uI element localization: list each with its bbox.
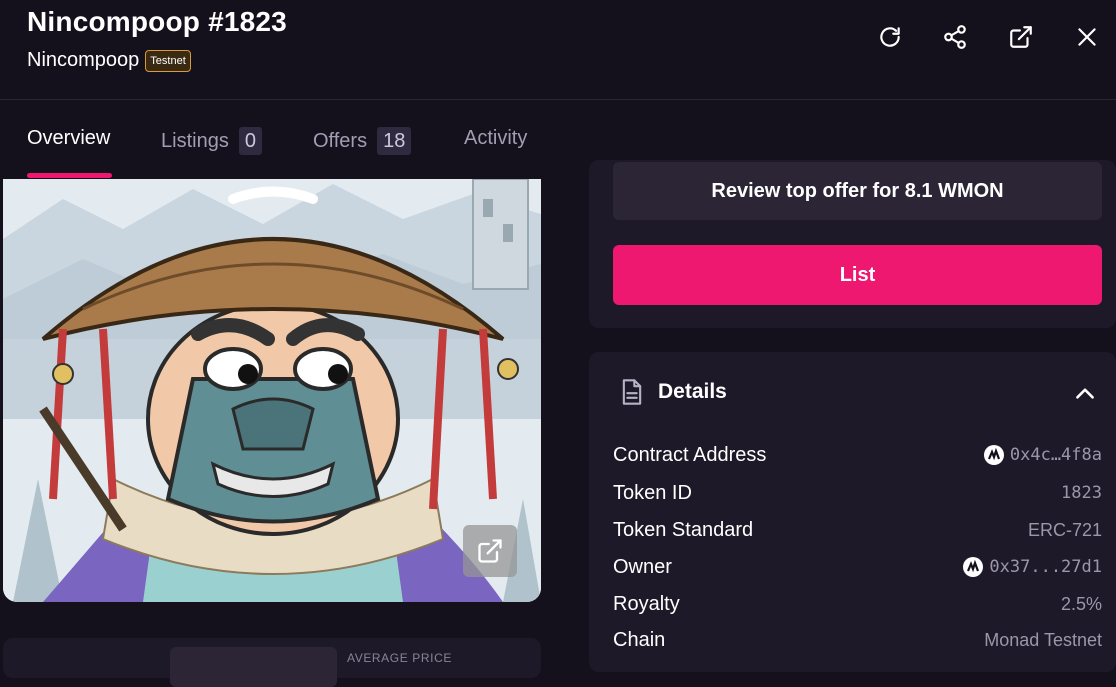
expand-icon bbox=[478, 539, 502, 563]
offers-count: 18 bbox=[377, 127, 412, 155]
testnet-badge: Testnet bbox=[145, 49, 191, 72]
detail-label: Owner bbox=[613, 555, 672, 578]
detail-value: ERC-721 bbox=[1027, 519, 1102, 540]
contract-address-value[interactable]: 0x4c…4f8a bbox=[983, 445, 1102, 465]
tab-label: Activity bbox=[464, 127, 528, 149]
detail-label: Token Standard bbox=[613, 518, 754, 541]
price-stats-card: AVERAGE PRICE bbox=[3, 638, 541, 687]
detail-value: 1823 bbox=[1061, 483, 1102, 503]
close-icon bbox=[1078, 28, 1096, 46]
monad-logo-icon bbox=[983, 445, 1004, 465]
collapse-details-button[interactable] bbox=[1072, 380, 1098, 406]
tab-label: Overview bbox=[27, 127, 111, 149]
review-top-offer-button[interactable]: Review top offer for 8.1 WMON bbox=[613, 162, 1102, 220]
page-title: Nincompoop #1823 bbox=[27, 6, 287, 37]
open-external-button[interactable] bbox=[1006, 22, 1036, 52]
header: Nincompoop #1823 Nincompoop Testnet bbox=[0, 0, 1116, 100]
detail-value: 0x4c…4f8a bbox=[1009, 445, 1102, 465]
tab-activity[interactable]: Activity bbox=[464, 127, 527, 150]
monad-logo-icon bbox=[963, 557, 984, 577]
detail-row-owner: Owner 0x37...27d1 bbox=[613, 552, 1102, 582]
stats-tab-selected[interactable] bbox=[170, 647, 337, 687]
tab-label: Listings bbox=[161, 129, 229, 152]
expand-image-button[interactable] bbox=[463, 525, 517, 577]
tab-overview[interactable]: Overview bbox=[27, 127, 110, 150]
external-link-icon bbox=[1010, 26, 1032, 48]
share-button[interactable] bbox=[940, 22, 970, 52]
detail-label: Chain bbox=[613, 628, 666, 651]
detail-value: Monad Testnet bbox=[984, 629, 1102, 650]
tab-label: Offers bbox=[313, 129, 368, 152]
nft-artwork bbox=[3, 179, 541, 602]
detail-row-token-standard: Token Standard ERC-721 bbox=[613, 515, 1102, 545]
collection-name[interactable]: Nincompoop bbox=[27, 49, 139, 72]
average-price-label: AVERAGE PRICE bbox=[347, 651, 452, 665]
detail-row-chain: Chain Monad Testnet bbox=[613, 625, 1102, 655]
detail-row-token-id: Token ID 1823 bbox=[613, 478, 1102, 508]
detail-row-royalty: Royalty 2.5% bbox=[613, 589, 1102, 619]
collection-row: Nincompoop Testnet bbox=[27, 49, 191, 72]
share-icon bbox=[944, 25, 966, 49]
details-title: Details bbox=[658, 380, 727, 403]
document-icon bbox=[622, 379, 642, 405]
nft-image[interactable] bbox=[3, 179, 541, 602]
list-button[interactable]: List bbox=[613, 245, 1102, 305]
tab-listings[interactable]: Listings 0 bbox=[161, 127, 262, 155]
active-tab-indicator bbox=[27, 173, 112, 178]
detail-row-contract: Contract Address 0x4c…4f8a bbox=[613, 440, 1102, 470]
owner-value[interactable]: 0x37...27d1 bbox=[963, 557, 1102, 577]
detail-value: 2.5% bbox=[1060, 593, 1102, 614]
detail-value: 0x37...27d1 bbox=[989, 557, 1102, 577]
detail-label: Contract Address bbox=[613, 443, 767, 466]
chevron-up-icon bbox=[1076, 388, 1094, 399]
listings-count: 0 bbox=[238, 127, 262, 155]
detail-label: Token ID bbox=[613, 481, 692, 504]
refresh-button[interactable] bbox=[875, 22, 905, 52]
tab-offers[interactable]: Offers 18 bbox=[313, 127, 412, 155]
details-header[interactable]: Details bbox=[620, 378, 727, 406]
close-button[interactable] bbox=[1072, 22, 1102, 52]
refresh-icon bbox=[880, 27, 900, 47]
detail-label: Royalty bbox=[613, 592, 680, 615]
